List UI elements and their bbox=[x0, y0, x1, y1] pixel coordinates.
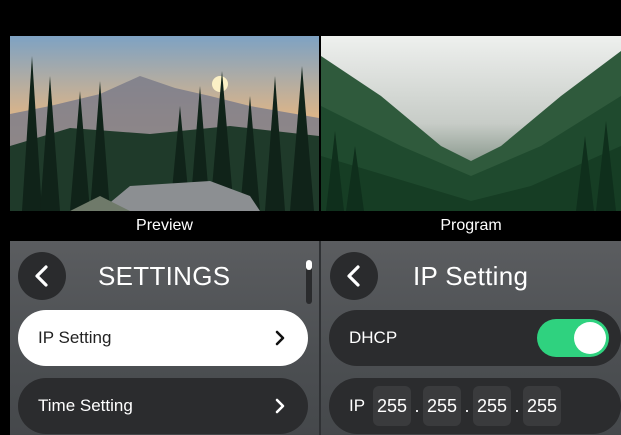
menu-item-label: IP Setting bbox=[38, 328, 112, 347]
ip-setting-title: IP Setting bbox=[413, 261, 529, 291]
preview-video bbox=[10, 36, 319, 211]
device-screen: Preview Program SETTINGS IP Setting Time… bbox=[10, 8, 621, 435]
ip-row: IP 255 . 255 . 255 . 255 bbox=[329, 378, 621, 434]
chevron-right-icon bbox=[275, 330, 285, 346]
ip-separator: . bbox=[464, 395, 470, 416]
preview-caption: Preview bbox=[10, 211, 319, 241]
ip-separator: . bbox=[414, 395, 420, 416]
ip-setting-back-button[interactable] bbox=[330, 252, 378, 300]
settings-back-button[interactable] bbox=[18, 252, 66, 300]
settings-scrollbar[interactable] bbox=[306, 260, 312, 304]
dhcp-toggle[interactable] bbox=[537, 319, 609, 357]
back-chevron-icon bbox=[35, 265, 48, 287]
menu-item-time-setting[interactable]: Time Setting bbox=[18, 378, 308, 434]
program-video bbox=[321, 36, 621, 211]
settings-title: SETTINGS bbox=[98, 261, 231, 291]
panel-divider bbox=[319, 241, 321, 435]
ip-separator: . bbox=[514, 395, 520, 416]
toggle-knob bbox=[574, 322, 606, 354]
dhcp-label: DHCP bbox=[349, 328, 398, 347]
ip-label: IP bbox=[349, 396, 366, 415]
dhcp-row: DHCP bbox=[329, 310, 621, 366]
back-chevron-icon bbox=[347, 265, 360, 287]
ip-octet-3[interactable]: 255 bbox=[473, 386, 512, 426]
ip-octet-1[interactable]: 255 bbox=[373, 386, 412, 426]
menu-item-label: Time Setting bbox=[38, 396, 133, 415]
menu-item-ip-setting[interactable]: IP Setting bbox=[18, 310, 308, 366]
scrollbar-thumb[interactable] bbox=[306, 260, 312, 270]
ip-octet-2[interactable]: 255 bbox=[423, 386, 462, 426]
chevron-right-icon bbox=[275, 398, 285, 414]
program-caption: Program bbox=[321, 211, 621, 241]
preview-image bbox=[10, 36, 319, 211]
program-image bbox=[321, 36, 621, 211]
ip-octet-4[interactable]: 255 bbox=[523, 386, 562, 426]
